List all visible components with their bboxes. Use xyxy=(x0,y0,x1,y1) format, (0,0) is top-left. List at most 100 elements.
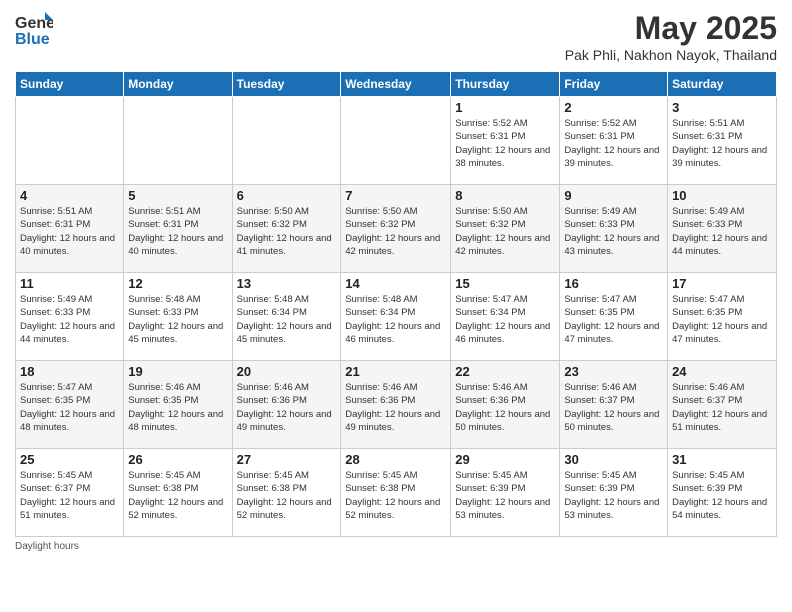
day-info: Sunrise: 5:48 AM Sunset: 6:34 PM Dayligh… xyxy=(237,293,337,346)
day-info: Sunrise: 5:51 AM Sunset: 6:31 PM Dayligh… xyxy=(128,205,227,258)
day-number: 4 xyxy=(20,188,119,203)
day-number: 27 xyxy=(237,452,337,467)
calendar-cell: 9 Sunrise: 5:49 AM Sunset: 6:33 PM Daylig… xyxy=(560,185,668,273)
calendar-cell: 6 Sunrise: 5:50 AM Sunset: 6:32 PM Daylig… xyxy=(232,185,341,273)
column-header-friday: Friday xyxy=(560,72,668,97)
calendar-cell: 5 Sunrise: 5:51 AM Sunset: 6:31 PM Daylig… xyxy=(124,185,232,273)
day-number: 12 xyxy=(128,276,227,291)
day-number: 19 xyxy=(128,364,227,379)
week-row-4: 18 Sunrise: 5:47 AM Sunset: 6:35 PM Dayli… xyxy=(16,361,777,449)
calendar-cell: 1 Sunrise: 5:52 AM Sunset: 6:31 PM Daylig… xyxy=(451,97,560,185)
day-info: Sunrise: 5:49 AM Sunset: 6:33 PM Dayligh… xyxy=(672,205,772,258)
calendar-cell: 3 Sunrise: 5:51 AM Sunset: 6:31 PM Daylig… xyxy=(668,97,777,185)
day-info: Sunrise: 5:51 AM Sunset: 6:31 PM Dayligh… xyxy=(20,205,119,258)
day-info: Sunrise: 5:46 AM Sunset: 6:36 PM Dayligh… xyxy=(455,381,555,434)
week-row-1: 1 Sunrise: 5:52 AM Sunset: 6:31 PM Daylig… xyxy=(16,97,777,185)
day-number: 15 xyxy=(455,276,555,291)
day-info: Sunrise: 5:45 AM Sunset: 6:39 PM Dayligh… xyxy=(672,469,772,522)
day-info: Sunrise: 5:50 AM Sunset: 6:32 PM Dayligh… xyxy=(455,205,555,258)
column-header-wednesday: Wednesday xyxy=(341,72,451,97)
day-number: 30 xyxy=(564,452,663,467)
svg-text:Blue: Blue xyxy=(15,31,50,48)
day-info: Sunrise: 5:48 AM Sunset: 6:33 PM Dayligh… xyxy=(128,293,227,346)
calendar-cell: 21 Sunrise: 5:46 AM Sunset: 6:36 PM Dayli… xyxy=(341,361,451,449)
calendar-cell: 11Sunrise: 5:49 AM Sunset: 6:33 PM Dayli… xyxy=(16,273,124,361)
day-number: 7 xyxy=(345,188,446,203)
day-info: Sunrise: 5:47 AM Sunset: 6:35 PM Dayligh… xyxy=(564,293,663,346)
day-info: Sunrise: 5:46 AM Sunset: 6:35 PM Dayligh… xyxy=(128,381,227,434)
calendar-cell: 17Sunrise: 5:47 AM Sunset: 6:35 PM Dayli… xyxy=(668,273,777,361)
day-number: 9 xyxy=(564,188,663,203)
day-number: 11 xyxy=(20,276,119,291)
calendar-cell: 25Sunrise: 5:45 AM Sunset: 6:37 PM Dayli… xyxy=(16,449,124,537)
column-header-sunday: Sunday xyxy=(16,72,124,97)
calendar-cell: 15 Sunrise: 5:47 AM Sunset: 6:34 PM Dayli… xyxy=(451,273,560,361)
day-info: Sunrise: 5:45 AM Sunset: 6:38 PM Dayligh… xyxy=(237,469,337,522)
calendar-cell: 16 Sunrise: 5:47 AM Sunset: 6:35 PM Dayli… xyxy=(560,273,668,361)
day-number: 8 xyxy=(455,188,555,203)
day-number: 16 xyxy=(564,276,663,291)
day-number: 14 xyxy=(345,276,446,291)
header: General Blue May 2025 Pak Phli, Nakhon N… xyxy=(15,10,777,63)
calendar-cell: 8 Sunrise: 5:50 AM Sunset: 6:32 PM Daylig… xyxy=(451,185,560,273)
column-header-thursday: Thursday xyxy=(451,72,560,97)
calendar-cell: 23Sunrise: 5:46 AM Sunset: 6:37 PM Dayli… xyxy=(560,361,668,449)
calendar-cell xyxy=(16,97,124,185)
calendar-cell: 12 Sunrise: 5:48 AM Sunset: 6:33 PM Dayli… xyxy=(124,273,232,361)
day-info: Sunrise: 5:47 AM Sunset: 6:35 PM Dayligh… xyxy=(20,381,119,434)
day-info: Sunrise: 5:46 AM Sunset: 6:36 PM Dayligh… xyxy=(345,381,446,434)
day-number: 6 xyxy=(237,188,337,203)
page: General Blue May 2025 Pak Phli, Nakhon N… xyxy=(0,0,792,612)
day-number: 1 xyxy=(455,100,555,115)
day-info: Sunrise: 5:49 AM Sunset: 6:33 PM Dayligh… xyxy=(564,205,663,258)
day-info: Sunrise: 5:52 AM Sunset: 6:31 PM Dayligh… xyxy=(455,117,555,170)
subtitle: Pak Phli, Nakhon Nayok, Thailand xyxy=(565,47,777,63)
day-number: 18 xyxy=(20,364,119,379)
day-number: 13 xyxy=(237,276,337,291)
day-info: Sunrise: 5:50 AM Sunset: 6:32 PM Dayligh… xyxy=(237,205,337,258)
day-number: 21 xyxy=(345,364,446,379)
column-header-saturday: Saturday xyxy=(668,72,777,97)
calendar-cell: 28 Sunrise: 5:45 AM Sunset: 6:38 PM Dayli… xyxy=(341,449,451,537)
day-info: Sunrise: 5:47 AM Sunset: 6:35 PM Dayligh… xyxy=(672,293,772,346)
footer-note: Daylight hours xyxy=(15,541,777,552)
calendar-cell xyxy=(124,97,232,185)
day-info: Sunrise: 5:50 AM Sunset: 6:32 PM Dayligh… xyxy=(345,205,446,258)
day-number: 28 xyxy=(345,452,446,467)
day-info: Sunrise: 5:48 AM Sunset: 6:34 PM Dayligh… xyxy=(345,293,446,346)
day-info: Sunrise: 5:45 AM Sunset: 6:38 PM Dayligh… xyxy=(128,469,227,522)
day-number: 23 xyxy=(564,364,663,379)
calendar-cell: 10 Sunrise: 5:49 AM Sunset: 6:33 PM Dayli… xyxy=(668,185,777,273)
day-number: 29 xyxy=(455,452,555,467)
logo: General Blue xyxy=(15,10,53,57)
main-title: May 2025 xyxy=(565,10,777,47)
week-row-5: 25Sunrise: 5:45 AM Sunset: 6:37 PM Dayli… xyxy=(16,449,777,537)
day-info: Sunrise: 5:51 AM Sunset: 6:31 PM Dayligh… xyxy=(672,117,772,170)
calendar-cell: 14 Sunrise: 5:48 AM Sunset: 6:34 PM Dayli… xyxy=(341,273,451,361)
calendar-cell: 13 Sunrise: 5:48 AM Sunset: 6:34 PM Dayli… xyxy=(232,273,341,361)
week-row-3: 11Sunrise: 5:49 AM Sunset: 6:33 PM Dayli… xyxy=(16,273,777,361)
day-info: Sunrise: 5:45 AM Sunset: 6:37 PM Dayligh… xyxy=(20,469,119,522)
day-number: 24 xyxy=(672,364,772,379)
column-header-monday: Monday xyxy=(124,72,232,97)
calendar-cell: 20Sunrise: 5:46 AM Sunset: 6:36 PM Dayli… xyxy=(232,361,341,449)
day-number: 5 xyxy=(128,188,227,203)
day-number: 22 xyxy=(455,364,555,379)
calendar-cell xyxy=(341,97,451,185)
calendar-cell xyxy=(232,97,341,185)
calendar-cell: 29Sunrise: 5:45 AM Sunset: 6:39 PM Dayli… xyxy=(451,449,560,537)
day-info: Sunrise: 5:47 AM Sunset: 6:34 PM Dayligh… xyxy=(455,293,555,346)
week-row-2: 4 Sunrise: 5:51 AM Sunset: 6:31 PM Daylig… xyxy=(16,185,777,273)
day-number: 2 xyxy=(564,100,663,115)
day-number: 3 xyxy=(672,100,772,115)
logo-icon: General Blue xyxy=(15,10,53,57)
day-number: 10 xyxy=(672,188,772,203)
calendar-cell: 19 Sunrise: 5:46 AM Sunset: 6:35 PM Dayli… xyxy=(124,361,232,449)
calendar-cell: 30Sunrise: 5:45 AM Sunset: 6:39 PM Dayli… xyxy=(560,449,668,537)
calendar-table: SundayMondayTuesdayWednesdayThursdayFrid… xyxy=(15,71,777,537)
calendar-cell: 18 Sunrise: 5:47 AM Sunset: 6:35 PM Dayli… xyxy=(16,361,124,449)
day-info: Sunrise: 5:45 AM Sunset: 6:38 PM Dayligh… xyxy=(345,469,446,522)
calendar-cell: 31Sunrise: 5:45 AM Sunset: 6:39 PM Dayli… xyxy=(668,449,777,537)
calendar-header-row: SundayMondayTuesdayWednesdayThursdayFrid… xyxy=(16,72,777,97)
day-info: Sunrise: 5:46 AM Sunset: 6:37 PM Dayligh… xyxy=(672,381,772,434)
